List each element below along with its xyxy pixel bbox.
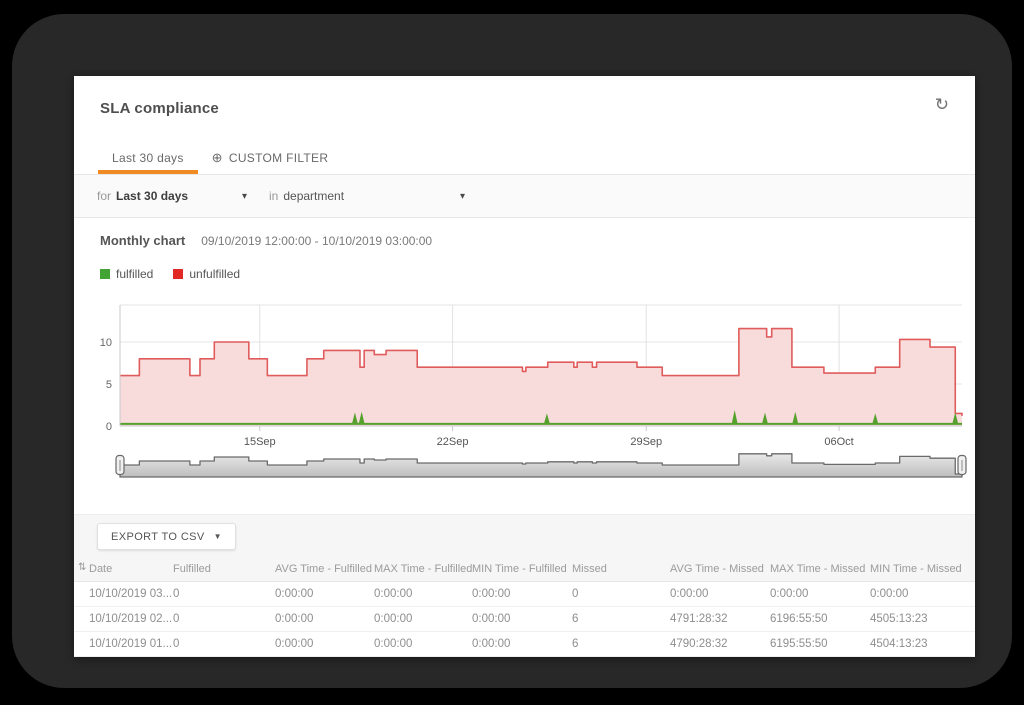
chevron-down-icon: ▾ (242, 191, 247, 202)
sla-compliance-card: SLA compliance ↻ Last 30 days ⊕ CUSTOM F… (74, 76, 975, 657)
department-select-label: in (269, 189, 278, 203)
table-toolbar: EXPORT TO CSV ▼ ⇅ DateFulfilledAVG Time … (74, 514, 975, 582)
table-cell: 6196:55:50 (770, 613, 870, 625)
legend-label: unfulfilled (189, 267, 240, 281)
tab-label: Last 30 days (112, 151, 184, 165)
range-navigator[interactable] (120, 454, 962, 477)
sort-icon[interactable]: ⇅ (78, 563, 86, 573)
department-select[interactable]: in department ▾ (269, 189, 465, 203)
table-row: 10/10/2019 01...00:00:000:00:000:00:0064… (74, 632, 975, 657)
tab-last-30-days[interactable]: Last 30 days (98, 142, 198, 174)
chart-title: Monthly chart (100, 233, 185, 248)
legend-item-fulfilled: fulfilled (100, 267, 153, 281)
export-button-label: EXPORT TO CSV (111, 531, 205, 543)
legend-item-unfulfilled: unfulfilled (173, 267, 240, 281)
table-header-cell[interactable]: MIN Time - Missed (870, 563, 975, 575)
legend-label: fulfilled (116, 267, 153, 281)
table-cell: 10/10/2019 01... (89, 638, 173, 650)
table-cell: 0:00:00 (670, 588, 770, 600)
svg-text:06Oct: 06Oct (824, 436, 853, 448)
svg-text:10: 10 (100, 337, 112, 349)
legend-swatch-green (100, 269, 110, 279)
table-header-cell[interactable]: Date (89, 563, 173, 575)
table-cell: 4790:28:32 (670, 638, 770, 650)
table-row: 10/10/2019 03...00:00:000:00:000:00:0000… (74, 582, 975, 607)
table-cell: 6 (572, 638, 670, 650)
table-cell: 10/10/2019 02... (89, 613, 173, 625)
table-header-cell[interactable]: Fulfilled (173, 563, 275, 575)
table-header-cell[interactable]: MAX Time - Missed (770, 563, 870, 575)
table-cell: 0 (173, 588, 275, 600)
table-cell: 0:00:00 (472, 613, 572, 625)
page-title: SLA compliance (100, 100, 219, 117)
table-cell: 0:00:00 (275, 588, 374, 600)
period-select-value: Last 30 days (116, 189, 188, 203)
period-select[interactable]: for Last 30 days ▾ (97, 189, 247, 203)
table-cell: 0:00:00 (472, 588, 572, 600)
svg-text:0: 0 (106, 421, 112, 433)
table-cell: 4504:13:23 (870, 638, 975, 650)
table-cell: 0 (173, 613, 275, 625)
legend-swatch-red (173, 269, 183, 279)
table-header-cell[interactable]: AVG Time - Fulfilled (275, 563, 374, 575)
table-row: 10/10/2019 02...00:00:000:00:000:00:0064… (74, 607, 975, 632)
table-section: EXPORT TO CSV ▼ ⇅ DateFulfilledAVG Time … (74, 514, 975, 657)
table-cell: 4791:28:32 (670, 613, 770, 625)
chart-date-range: 09/10/2019 12:00:00 - 10/10/2019 03:00:0… (201, 234, 432, 248)
svg-text:22Sep: 22Sep (437, 436, 469, 448)
table-header-cell[interactable]: MIN Time - Fulfilled (472, 563, 572, 575)
caret-down-icon: ▼ (214, 532, 222, 541)
svg-text:5: 5 (106, 379, 112, 391)
department-select-value: department (283, 189, 344, 203)
chevron-down-icon: ▾ (460, 191, 465, 202)
table-header-cell[interactable]: AVG Time - Missed (670, 563, 770, 575)
table-cell: 0:00:00 (275, 613, 374, 625)
table-cell: 0 (173, 638, 275, 650)
chart-heading: Monthly chart 09/10/2019 12:00:00 - 10/1… (100, 233, 432, 248)
table-cell: 10/10/2019 03... (89, 588, 173, 600)
refresh-icon[interactable]: ↻ (935, 96, 949, 113)
period-select-label: for (97, 189, 111, 203)
table-header-cell[interactable]: MAX Time - Fulfilled (374, 563, 472, 575)
table-cell: 0:00:00 (870, 588, 975, 600)
table-cell: 6 (572, 613, 670, 625)
table-body: 10/10/2019 03...00:00:000:00:000:00:0000… (74, 582, 975, 657)
tab-label: CUSTOM FILTER (229, 151, 328, 165)
filter-bar: for Last 30 days ▾ in department ▾ (74, 174, 975, 218)
window-frame: SLA compliance ↻ Last 30 days ⊕ CUSTOM F… (12, 14, 1012, 688)
sla-area-chart[interactable]: 0 5 10 15Sep 22Sep 29Sep 06Oct (74, 296, 975, 496)
svg-text:15Sep: 15Sep (244, 436, 276, 448)
chart-legend: fulfilled unfulfilled (100, 267, 240, 281)
table-cell: 0 (572, 588, 670, 600)
tab-bar: Last 30 days ⊕ CUSTOM FILTER (74, 142, 975, 174)
table-header-cell[interactable]: Missed (572, 563, 670, 575)
circle-plus-icon: ⊕ (212, 150, 223, 166)
tab-custom-filter[interactable]: ⊕ CUSTOM FILTER (198, 142, 343, 174)
table-cell: 0:00:00 (472, 638, 572, 650)
svg-text:29Sep: 29Sep (630, 436, 662, 448)
table-cell: 0:00:00 (374, 613, 472, 625)
table-cell: 0:00:00 (374, 638, 472, 650)
table-header-row: ⇅ DateFulfilledAVG Time - FulfilledMAX T… (74, 556, 975, 582)
table-cell: 0:00:00 (275, 638, 374, 650)
table-cell: 6195:55:50 (770, 638, 870, 650)
table-cell: 0:00:00 (374, 588, 472, 600)
table-cell: 4505:13:23 (870, 613, 975, 625)
export-to-csv-button[interactable]: EXPORT TO CSV ▼ (97, 523, 236, 550)
table-cell: 0:00:00 (770, 588, 870, 600)
